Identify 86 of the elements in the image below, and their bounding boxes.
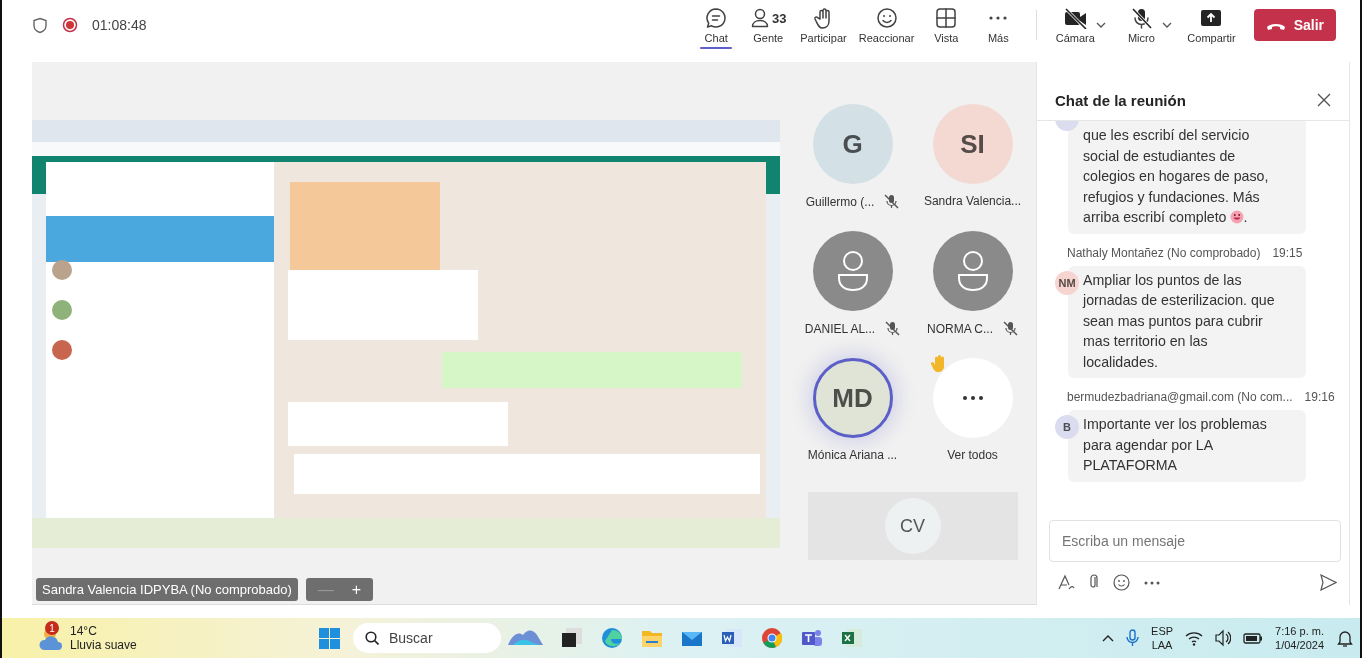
- grid-icon: [935, 7, 958, 29]
- share-icon: [1200, 7, 1223, 29]
- presenter-label: Sandra Valencia IDPYBA (No comprobado): [36, 578, 298, 601]
- chat-icon: [705, 7, 728, 29]
- message-text: Ampliar los puntos de las jornadas de esterilizacion. que sean mas puntos para cubrir mas territorio en las localidades.: [1083, 271, 1275, 370]
- avatar: MD: [812, 358, 893, 438]
- close-icon[interactable]: [1317, 93, 1331, 107]
- word-icon[interactable]: [721, 627, 743, 649]
- notification-icon[interactable]: [1336, 628, 1354, 648]
- panel-title: Chat de la reunión: [1055, 91, 1186, 109]
- language-indicator[interactable]: ESP: [1151, 624, 1174, 638]
- keyboard-layout[interactable]: LAA: [1151, 638, 1173, 652]
- avatar: CV: [884, 498, 941, 554]
- weather-condition: Lluvia suave: [70, 638, 137, 652]
- message-text: que les escribí del servicio social de estudiantes de colegios en hogares de paso, refugios y fundaciones. Más arriba escribí completo .: [1083, 127, 1269, 225]
- toolbar-label: Más: [987, 32, 1009, 44]
- shield-icon: [32, 16, 48, 34]
- message-time: 19:15: [1272, 245, 1303, 260]
- toolbar-button[interactable]: Reaccionar: [854, 1, 919, 49]
- send-icon[interactable]: [1320, 574, 1337, 591]
- search-field[interactable]: Buscar: [353, 623, 501, 653]
- more-icon: [989, 16, 1008, 20]
- person-icon: [750, 7, 770, 29]
- message-author: Nathaly Montañez (No comprobado): [1067, 245, 1261, 260]
- device-button[interactable]: Compartir: [1183, 1, 1240, 49]
- toolbar-label: Gente: [753, 32, 784, 44]
- participant-name: Mónica Ariana ...: [807, 448, 898, 462]
- device-label: Cámara: [1055, 32, 1095, 44]
- search-icon: [365, 631, 379, 645]
- wifi-icon[interactable]: [1185, 630, 1204, 646]
- attach-icon[interactable]: [1089, 574, 1099, 591]
- excel-icon[interactable]: [841, 627, 863, 649]
- toolbar-button[interactable]: Participar: [796, 1, 851, 49]
- message-input[interactable]: Escriba un mensaje: [1049, 520, 1341, 562]
- toolbar-label: Reaccionar: [858, 32, 915, 44]
- zoom-button[interactable]: +: [347, 578, 366, 601]
- battery-icon[interactable]: [1243, 630, 1264, 646]
- participant-name: Sandra Valencia...: [923, 194, 1022, 208]
- temperature: 14°C: [70, 624, 98, 638]
- chevron-down-icon[interactable]: [1161, 20, 1174, 30]
- avatar: B: [1055, 415, 1079, 439]
- mic-off-icon: [1129, 7, 1153, 29]
- person-avatar-icon: [812, 231, 893, 311]
- edge-icon[interactable]: [601, 627, 623, 649]
- participant-name: DANIEL AL...: [804, 321, 876, 336]
- toolbar-label: Vista: [934, 32, 959, 44]
- chevron-up-icon[interactable]: [1102, 633, 1115, 643]
- message-author: bermudezbadriana@gmail.com (No com...: [1067, 390, 1293, 404]
- toolbar-button[interactable]: 33 Gente: [744, 1, 793, 49]
- participant-count: 33: [772, 10, 787, 26]
- toolbar-button[interactable]: Más: [974, 1, 1023, 49]
- mic-icon[interactable]: [1126, 629, 1140, 647]
- toolbar-button[interactable]: Chat: [692, 1, 741, 49]
- window-icon[interactable]: [561, 627, 583, 649]
- device-label: Micro: [1127, 32, 1155, 44]
- clock-time[interactable]: 7:16 p. m.: [1275, 624, 1324, 638]
- participant-name: Guillermo (...: [805, 194, 875, 209]
- person-avatar-icon: [932, 231, 1013, 311]
- avatar: G: [812, 104, 893, 184]
- more-icon: [961, 395, 984, 401]
- avatar: NM: [1055, 270, 1079, 295]
- chrome-icon[interactable]: [761, 627, 783, 649]
- meeting-timer: 01:08:48: [92, 17, 147, 33]
- device-button[interactable]: Cámara: [1051, 1, 1100, 49]
- device-label: Compartir: [1187, 32, 1236, 44]
- more-icon[interactable]: [1144, 580, 1160, 585]
- clock-date[interactable]: 1/04/2024: [1275, 638, 1324, 652]
- teams-icon[interactable]: [801, 627, 823, 649]
- device-button[interactable]: Micro: [1117, 1, 1166, 49]
- camera-off-icon: [1063, 7, 1088, 29]
- leave-button[interactable]: Salir: [1253, 9, 1336, 41]
- toolbar-button[interactable]: Vista: [922, 1, 971, 49]
- notification-badge: 1: [45, 621, 59, 635]
- speaker-icon[interactable]: [1215, 629, 1232, 647]
- participant-name: NORMA C...: [927, 321, 993, 336]
- chevron-down-icon[interactable]: [1095, 20, 1108, 30]
- message-text: Importante ver los problemas para agendar por LA PLATAFORMA: [1083, 416, 1267, 473]
- message-time: 19:16: [1304, 390, 1335, 404]
- windows-icon[interactable]: [318, 626, 341, 650]
- toolbar-label: Participar: [800, 32, 847, 44]
- participant-name: Ver todos: [947, 448, 998, 462]
- format-icon[interactable]: [1057, 574, 1075, 591]
- avatar: SI: [932, 104, 1013, 184]
- toolbar-label: Chat: [704, 32, 728, 44]
- smiley-icon: [875, 7, 898, 29]
- smiley-icon[interactable]: [1113, 574, 1130, 591]
